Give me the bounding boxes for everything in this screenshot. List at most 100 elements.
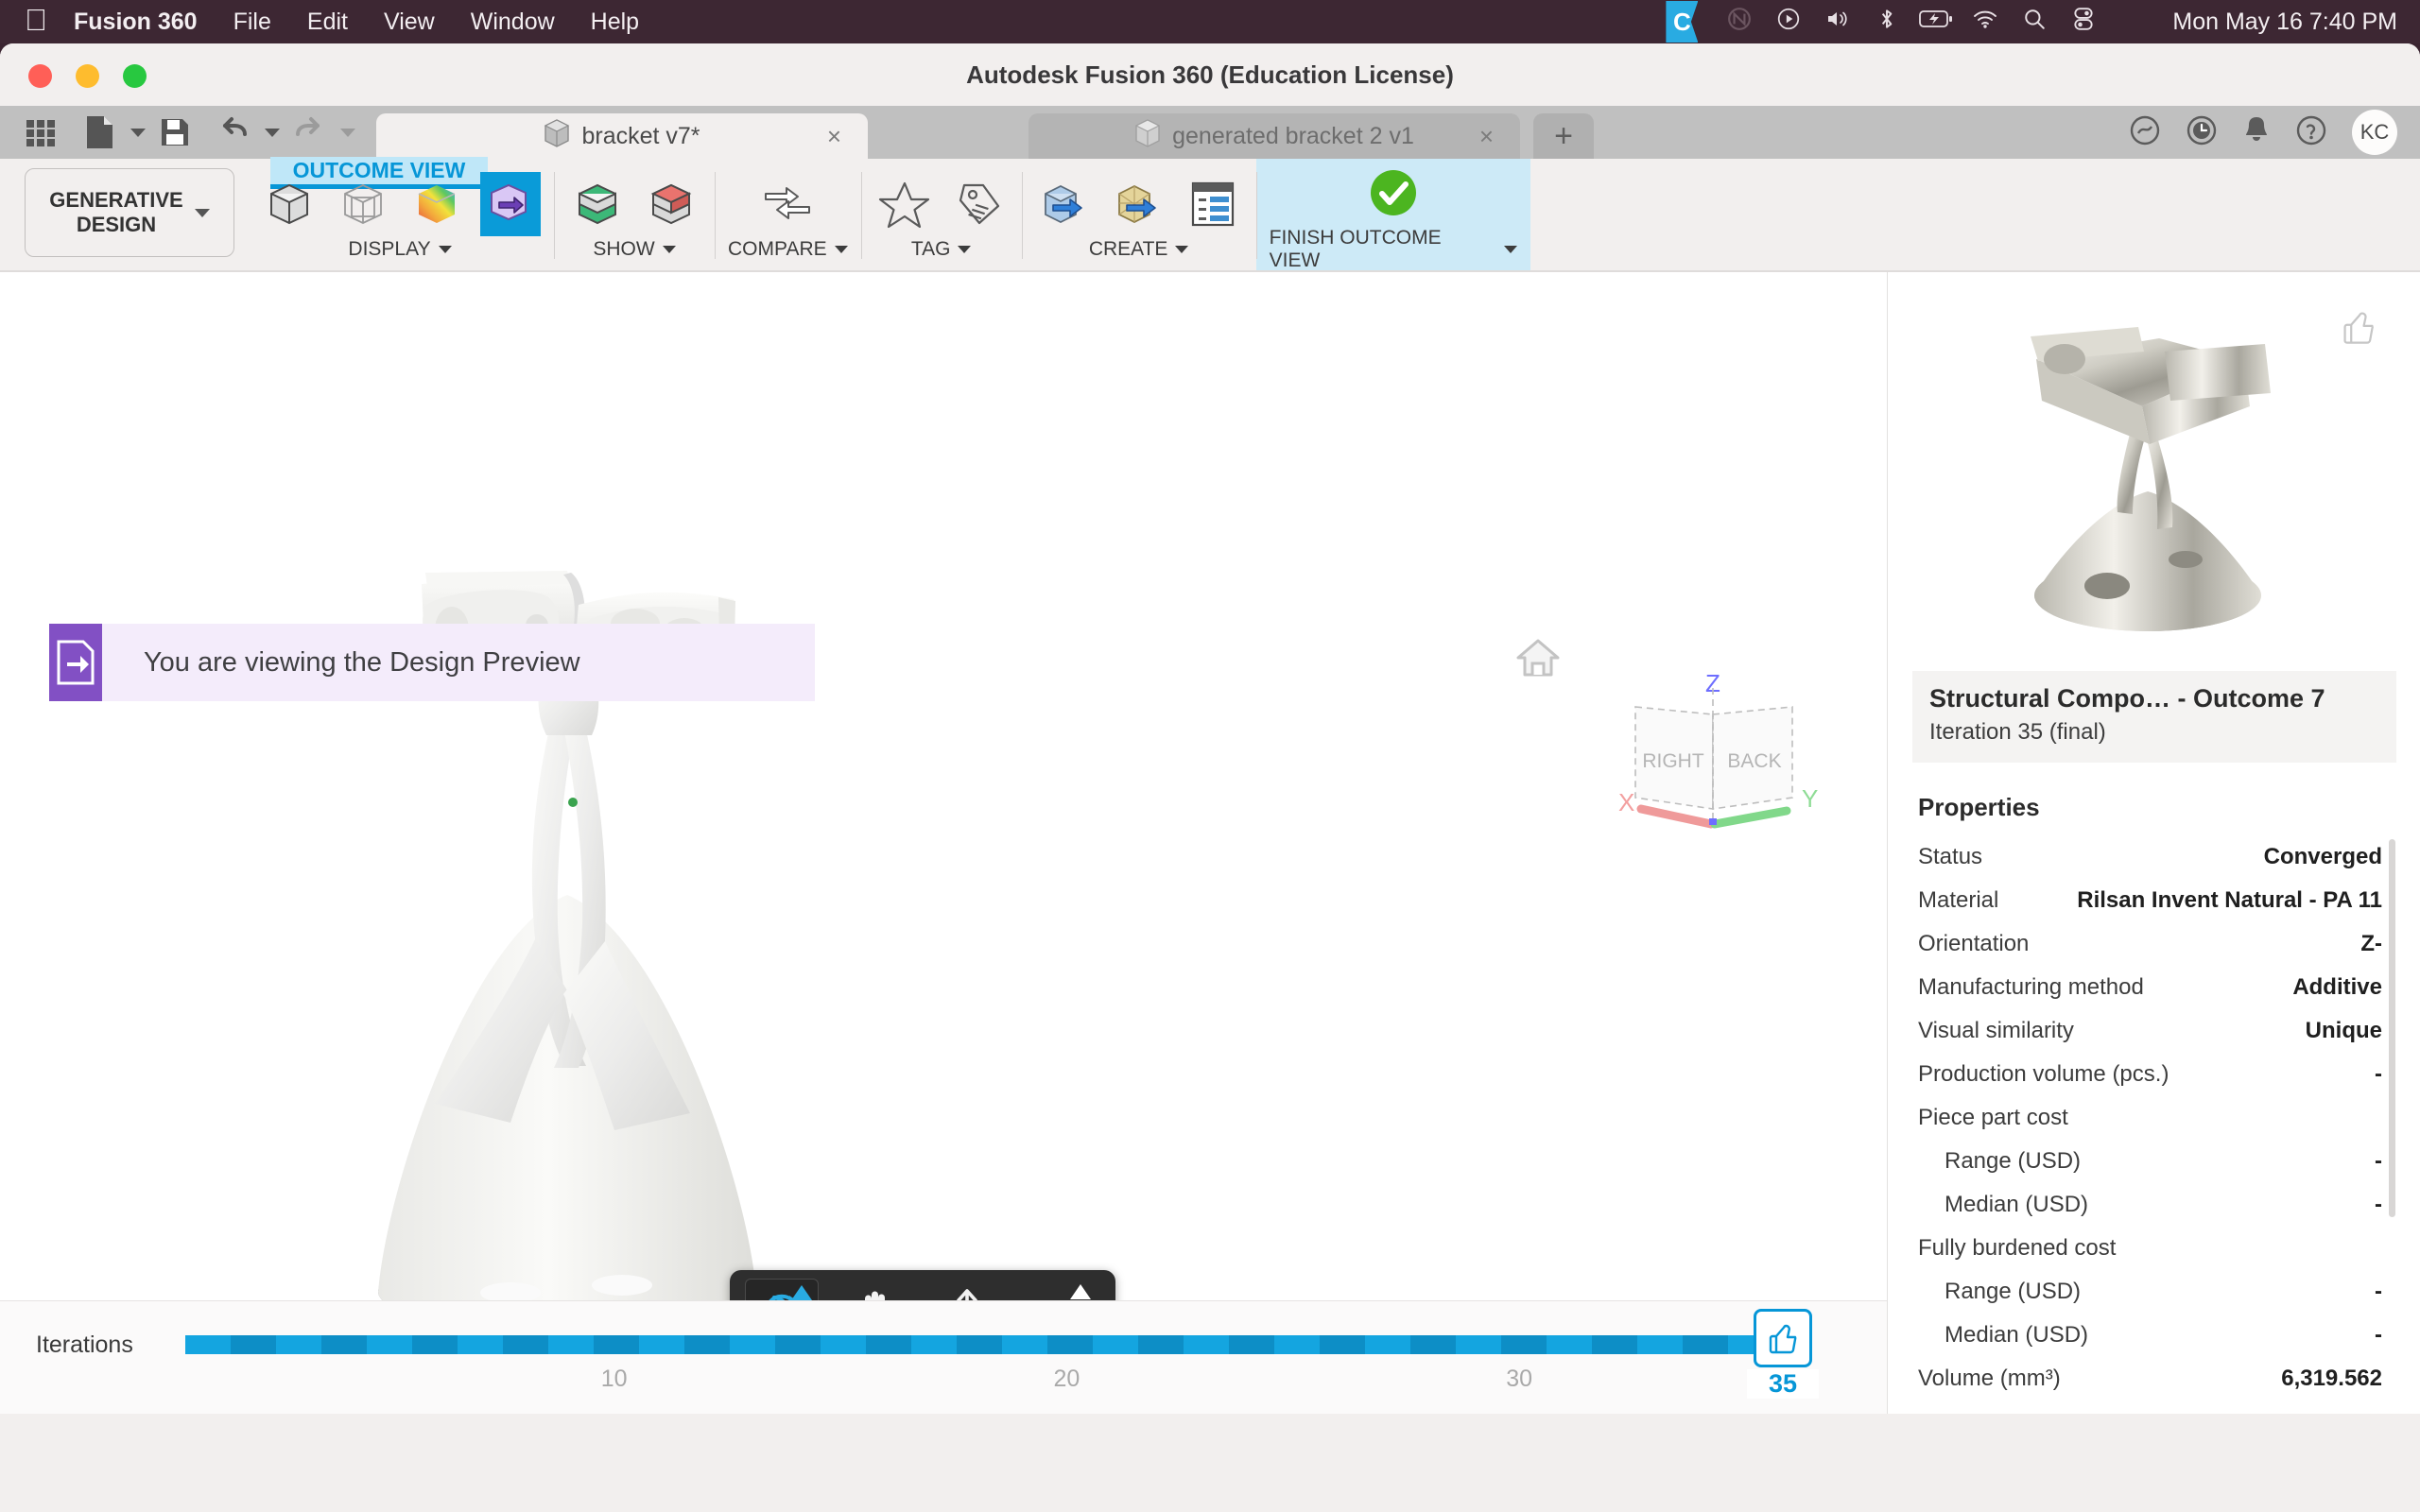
new-tab-button[interactable]: + (1533, 113, 1594, 159)
iteration-segment[interactable] (639, 1335, 684, 1354)
iteration-segment[interactable] (1229, 1335, 1274, 1354)
document-tab-bracket-v7[interactable]: bracket v7* × (376, 113, 868, 159)
help-icon[interactable] (2295, 114, 2327, 151)
chevron-down-icon[interactable] (439, 246, 452, 253)
creative-cloud-icon[interactable]: C (1666, 1, 1698, 43)
apple-logo-icon[interactable]:  (25, 5, 47, 35)
search-icon[interactable] (2010, 7, 2059, 38)
chevron-down-icon[interactable] (195, 209, 210, 217)
chevron-down-icon[interactable] (130, 129, 146, 137)
control-center-icon[interactable] (2059, 7, 2108, 38)
iteration-segment[interactable] (684, 1335, 730, 1354)
play-circle-icon[interactable] (1764, 7, 1813, 38)
menu-app-name[interactable]: Fusion 360 (74, 9, 198, 36)
chevron-down-icon[interactable] (958, 246, 971, 253)
new-file-icon[interactable] (70, 106, 129, 159)
menu-view[interactable]: View (384, 9, 435, 36)
thumbs-up-icon[interactable] (1754, 1309, 1812, 1367)
show-green-cube-icon[interactable] (567, 172, 628, 236)
iteration-segment[interactable] (1683, 1335, 1728, 1354)
iteration-segment[interactable] (1093, 1335, 1138, 1354)
minimize-button[interactable] (76, 64, 99, 88)
design-preview-icon[interactable] (480, 172, 541, 236)
iterations-slider-track[interactable] (185, 1335, 1773, 1354)
iteration-segment[interactable] (548, 1335, 594, 1354)
iteration-segment[interactable] (503, 1335, 548, 1354)
create-mesh-icon[interactable] (1109, 172, 1169, 236)
iteration-segment[interactable] (1456, 1335, 1501, 1354)
iteration-segment[interactable] (1410, 1335, 1456, 1354)
chevron-down-icon[interactable] (1175, 246, 1188, 253)
menu-edit[interactable]: Edit (307, 9, 348, 36)
battery-charging-icon[interactable] (1911, 9, 1961, 36)
workspace-switcher[interactable]: GENERATIVE DESIGN (25, 168, 234, 257)
iteration-segment[interactable] (276, 1335, 321, 1354)
iteration-segment[interactable] (775, 1335, 821, 1354)
outcome-card[interactable]: Structural Compo… - Outcome 7 Iteration … (1912, 293, 2396, 763)
iteration-segment[interactable] (821, 1335, 866, 1354)
job-status-icon[interactable] (2129, 114, 2161, 151)
close-icon[interactable]: × (827, 122, 841, 151)
iteration-segment[interactable] (730, 1335, 775, 1354)
view-cube[interactable]: Z RIGHT BACK X Y (1598, 669, 1834, 849)
menu-window[interactable]: Window (471, 9, 555, 36)
menu-file[interactable]: File (233, 9, 271, 36)
iteration-segment[interactable] (1320, 1335, 1365, 1354)
save-icon[interactable] (146, 106, 204, 159)
iteration-segment[interactable] (1365, 1335, 1410, 1354)
iteration-segment[interactable] (1547, 1335, 1592, 1354)
compare-arrows-icon[interactable] (757, 172, 818, 236)
iteration-segment[interactable] (1184, 1335, 1229, 1354)
3d-viewport[interactable]: You are viewing the Design Preview Z RIG… (0, 272, 1887, 1414)
heatmap-cube-icon[interactable] (406, 172, 467, 236)
iteration-segment[interactable] (185, 1335, 231, 1354)
iteration-segment[interactable] (231, 1335, 276, 1354)
recent-icon[interactable] (2186, 114, 2218, 151)
green-check-icon[interactable] (1363, 161, 1424, 225)
menu-help[interactable]: Help (591, 9, 639, 36)
iteration-segment[interactable] (957, 1335, 1002, 1354)
undo-button[interactable] (204, 106, 280, 159)
iteration-segment[interactable] (1501, 1335, 1547, 1354)
zoom-button[interactable] (123, 64, 147, 88)
bluetooth-icon[interactable] (1862, 7, 1911, 38)
close-icon[interactable]: × (1479, 122, 1494, 151)
avatar[interactable]: KC (2352, 110, 2397, 155)
new-file-button[interactable] (70, 106, 146, 159)
display-dropdown-triangle-icon[interactable] (1070, 1284, 1091, 1299)
iteration-segment[interactable] (1637, 1335, 1683, 1354)
chevron-down-icon[interactable] (663, 246, 676, 253)
chevron-down-icon[interactable] (265, 129, 280, 137)
iterations-slider-thumb[interactable]: 35 (1747, 1309, 1819, 1399)
iteration-segment[interactable] (1592, 1335, 1637, 1354)
iteration-segment[interactable] (1138, 1335, 1184, 1354)
iteration-segment[interactable] (367, 1335, 412, 1354)
iteration-segment[interactable] (321, 1335, 367, 1354)
volume-icon[interactable] (1813, 7, 1862, 38)
iteration-segment[interactable] (866, 1335, 911, 1354)
iteration-segment[interactable] (458, 1335, 503, 1354)
document-tab-generated-bracket-2[interactable]: generated bracket 2 v1 × (1028, 113, 1520, 159)
wifi-icon[interactable] (1961, 8, 2010, 37)
undo-icon[interactable] (204, 106, 263, 159)
thumbs-up-icon[interactable] (2340, 308, 2377, 351)
iteration-segment[interactable] (911, 1335, 957, 1354)
iteration-segment[interactable] (412, 1335, 458, 1354)
notifications-icon[interactable] (2242, 114, 2271, 151)
iteration-segment[interactable] (1274, 1335, 1320, 1354)
properties-scrollbar[interactable] (2389, 839, 2395, 1217)
create-report-icon[interactable] (1183, 172, 1243, 236)
outcome-thumbnail[interactable] (1912, 293, 2396, 671)
chevron-down-icon[interactable] (835, 246, 848, 253)
create-solid-icon[interactable] (1035, 172, 1096, 236)
shaded-cube-icon[interactable] (259, 172, 320, 236)
wireframe-cube-icon[interactable] (333, 172, 393, 236)
iteration-segment[interactable] (594, 1335, 639, 1354)
menu-bar-clock[interactable]: Mon May 16 7:40 PM (2172, 9, 2397, 36)
iteration-segment[interactable] (1047, 1335, 1093, 1354)
notion-icon[interactable] (1715, 7, 1764, 38)
show-red-cube-icon[interactable] (641, 172, 701, 236)
iteration-segment[interactable] (1002, 1335, 1047, 1354)
star-icon[interactable] (874, 172, 935, 236)
home-icon[interactable] (1514, 637, 1562, 685)
